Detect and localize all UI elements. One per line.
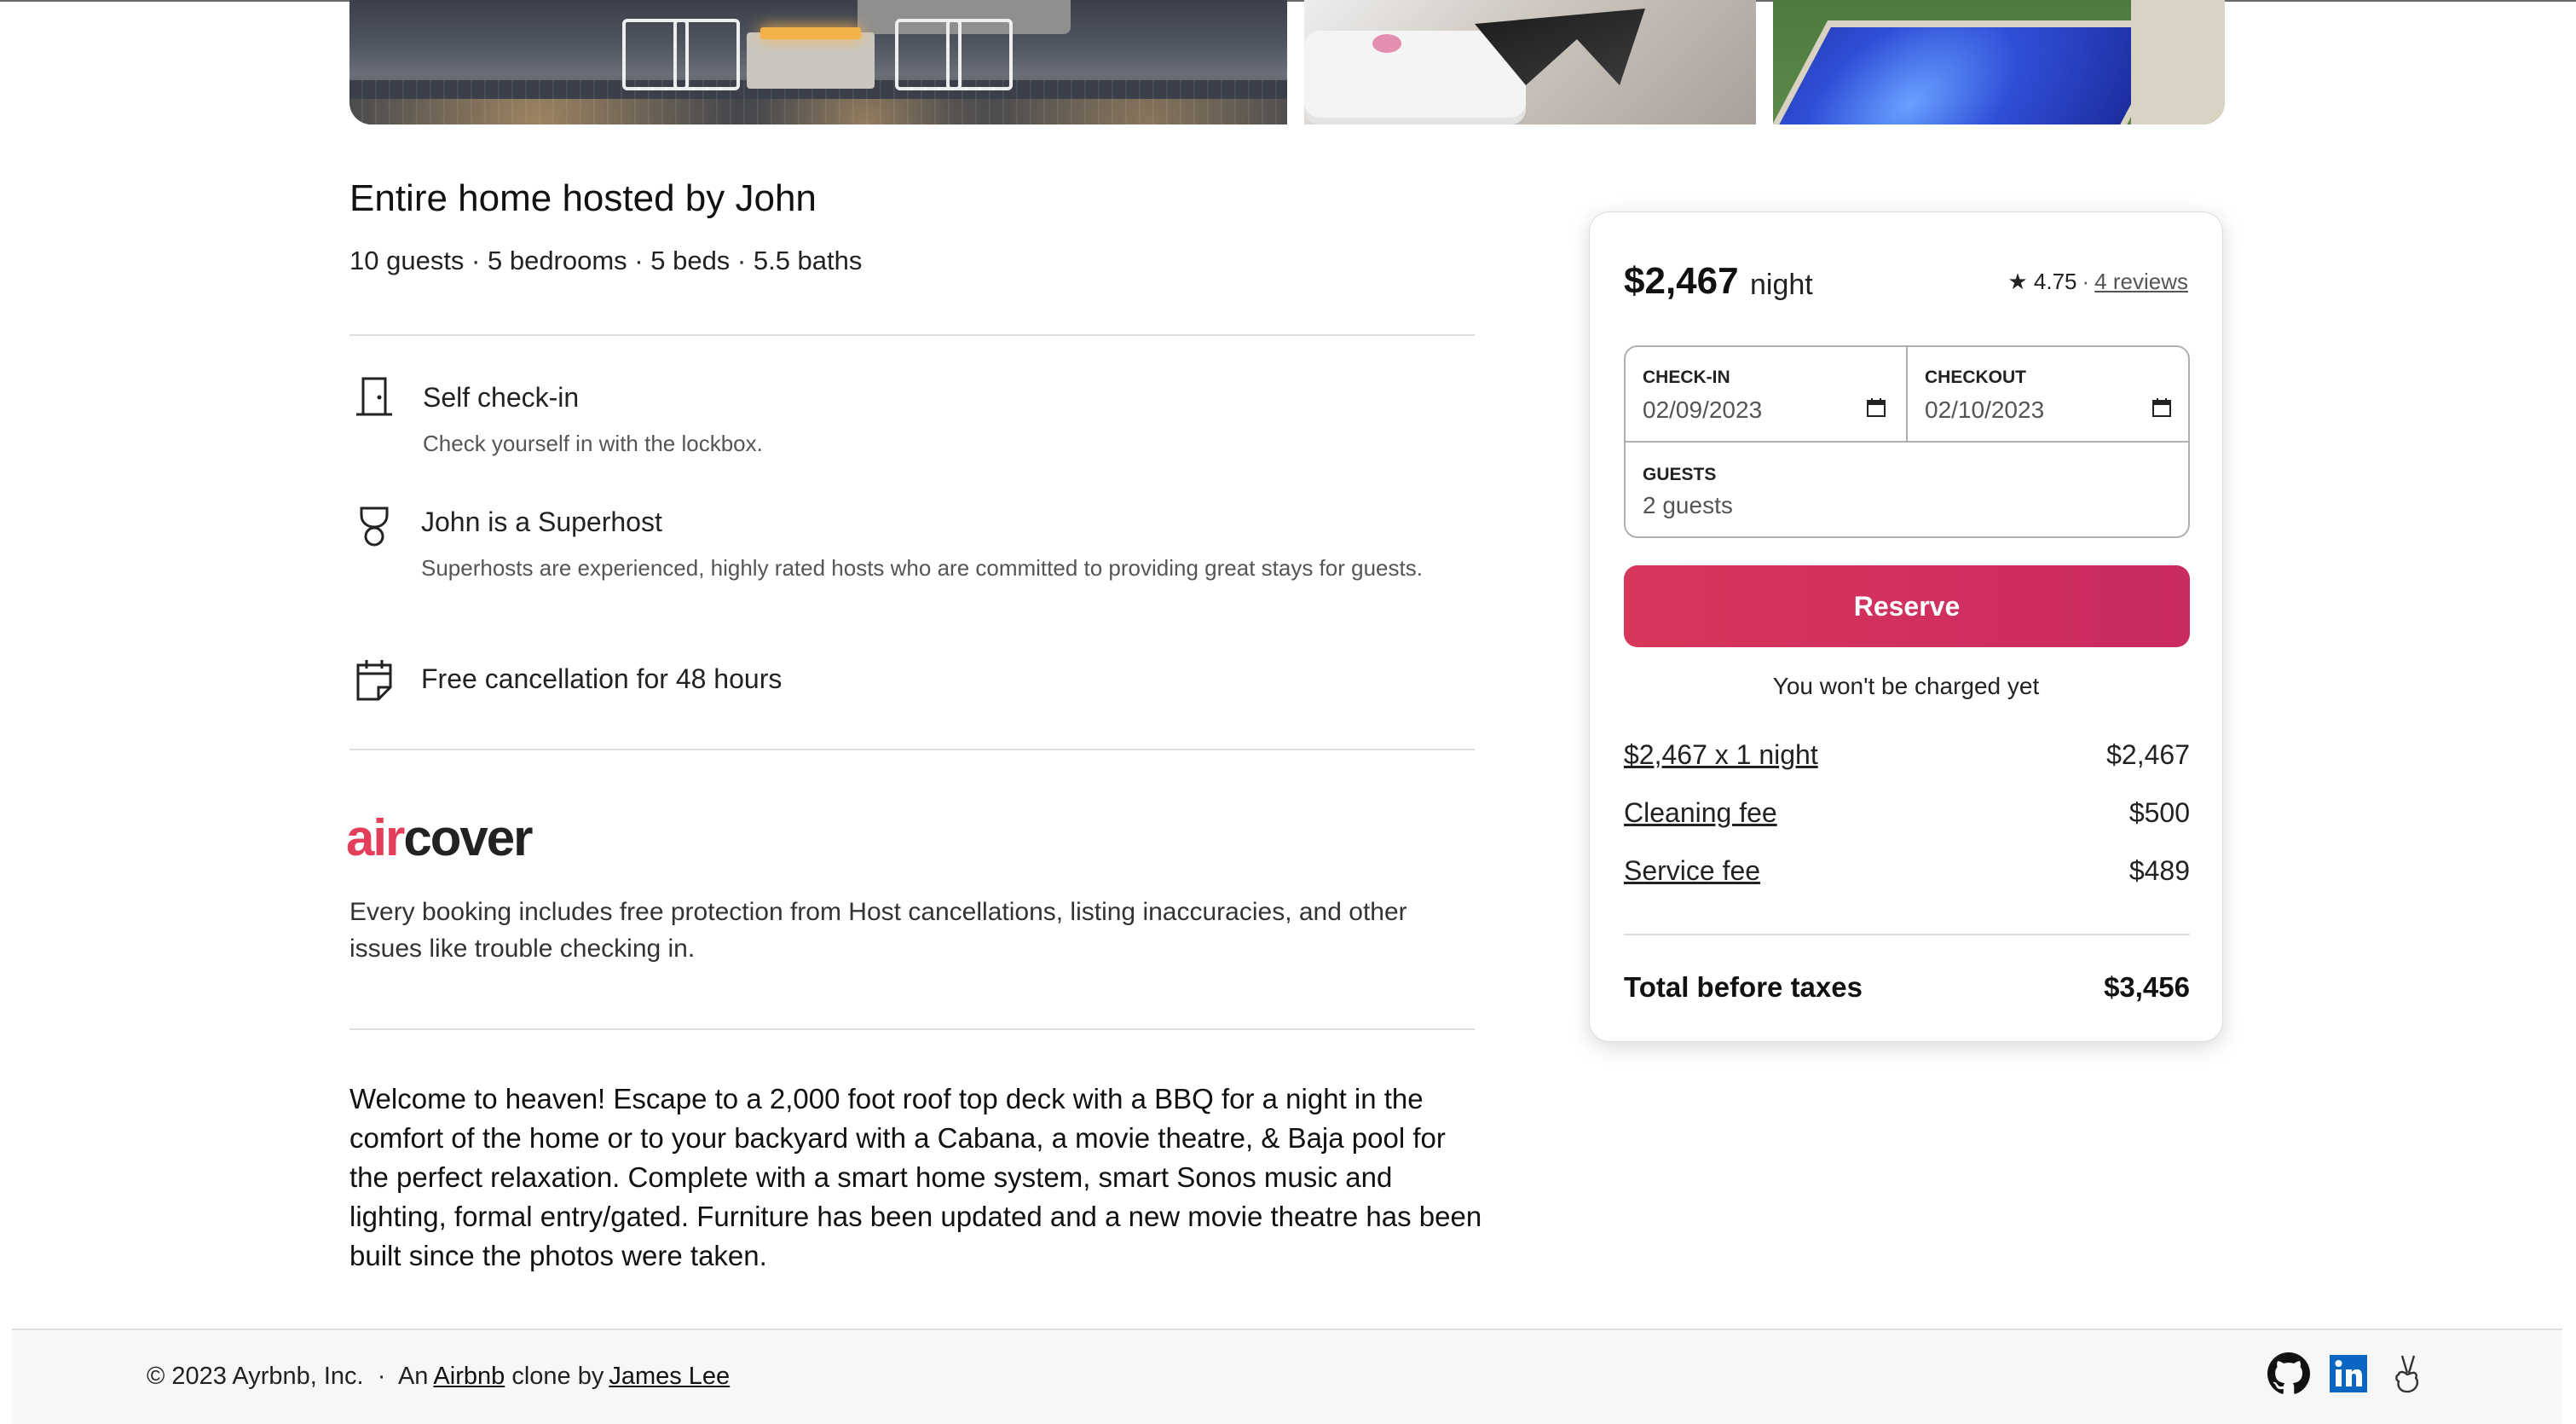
divider: [349, 1028, 1475, 1030]
checkout-label: CHECKOUT: [1925, 368, 2026, 387]
checkin-field[interactable]: CHECK-IN 02/09/2023: [1626, 347, 1908, 443]
checkin-value[interactable]: 02/09/2023: [1643, 397, 1762, 424]
listing-photo-main[interactable]: [349, 0, 1287, 124]
divider: [349, 749, 1475, 750]
fee-amount: $489: [2128, 855, 2190, 886]
nightly-price: $2,467: [1624, 260, 1739, 302]
fee-label[interactable]: Cleaning fee: [1624, 797, 1777, 829]
total-label: Total before taxes: [1624, 971, 1863, 1003]
aircover-logo-cover: cover: [403, 809, 533, 866]
feature-title: Free cancellation for 48 hours: [421, 663, 783, 694]
aircover-description: Every booking includes free protection f…: [349, 898, 1407, 963]
fee-amount: $2,467: [2106, 739, 2190, 770]
checkout-value[interactable]: 02/10/2023: [1925, 397, 2044, 424]
checkout-field[interactable]: CHECKOUT 02/10/2023: [1908, 347, 2188, 443]
rating: ★ 4.75 · 4 reviews: [2007, 269, 2188, 295]
footer-social-icons: [2267, 1352, 2429, 1395]
rating-value: 4.75: [2033, 269, 2077, 294]
photo-flowers: [1372, 34, 1401, 53]
calendar-picker-icon[interactable]: [2152, 398, 2171, 417]
photo-pool-deck: [2131, 0, 2225, 124]
photo-chair: [673, 19, 740, 90]
photo-lights: [349, 99, 1287, 124]
footer-separator: ·: [377, 1363, 386, 1390]
aircover-logo: aircover: [346, 808, 534, 867]
booking-card: $2,467 night ★ 4.75 · 4 reviews CHECK-IN 0…: [1589, 211, 2223, 1042]
divider: [1624, 934, 2190, 935]
rating-separator: ·: [2082, 269, 2090, 294]
listing-photo-pool[interactable]: [1773, 0, 2225, 124]
guests-label: GUESTS: [1643, 465, 1717, 484]
medal-icon: [355, 505, 394, 549]
footer-an: An: [397, 1363, 429, 1390]
feature-description: Superhosts are experienced, highly rated…: [421, 555, 1423, 581]
reviews-link[interactable]: 4 reviews: [2094, 269, 2188, 294]
listing-summary: 10 guests · 5 bedrooms · 5 beds · 5.5 ba…: [349, 246, 863, 275]
feature-title: Self check-in: [423, 382, 580, 413]
photo-firepit: [747, 27, 875, 89]
booking-fields: CHECK-IN 02/09/2023 CHECKOUT 02/10/2023 …: [1624, 345, 2190, 538]
github-icon[interactable]: [2267, 1352, 2310, 1395]
footer-clone-by: clone by: [511, 1363, 604, 1390]
photo-pool: [1773, 20, 2183, 124]
fee-label[interactable]: Service fee: [1624, 855, 1760, 887]
footer: © 2023 Ayrbnb, Inc. · An Airbnb clone by J…: [12, 1328, 2562, 1424]
listing-description: Welcome to heaven! Escape to a 2,000 foo…: [349, 1083, 1482, 1271]
calendar-picker-icon[interactable]: [1867, 398, 1886, 417]
footer-text: © 2023 Ayrbnb, Inc. · An Airbnb clone by J…: [147, 1363, 730, 1391]
calendar-icon: [355, 658, 394, 703]
fee-row: $2,467 x 1 night $2,467: [1624, 739, 2190, 777]
divider: [349, 334, 1475, 336]
listing-title: Entire home hosted by John: [349, 177, 817, 219]
total-row: Total before taxes $3,456: [1624, 971, 2190, 1004]
copyright: © 2023 Ayrbnb, Inc.: [147, 1363, 364, 1390]
not-charged-note: You won't be charged yet: [1772, 673, 2040, 699]
author-link[interactable]: James Lee: [609, 1363, 730, 1390]
guests-value[interactable]: 2 guests: [1643, 492, 1733, 519]
fee-row: Service fee $489: [1624, 855, 2190, 893]
linkedin-icon[interactable]: [2327, 1352, 2370, 1395]
reserve-button[interactable]: Reserve: [1624, 565, 2190, 647]
feature-description: Check yourself in with the lockbox.: [423, 431, 763, 456]
fee-amount: $500: [2128, 797, 2190, 828]
listing-photo-living-room[interactable]: [1304, 0, 1756, 124]
aircover-logo-air: air: [346, 809, 405, 866]
total-amount: $3,456: [2104, 971, 2190, 1003]
fee-label[interactable]: $2,467 x 1 night: [1624, 739, 1818, 771]
guests-field[interactable]: GUESTS 2 guests: [1626, 443, 2188, 536]
feature-title: John is a Superhost: [421, 507, 662, 537]
airbnb-link[interactable]: Airbnb: [433, 1363, 505, 1390]
door-icon: [355, 375, 394, 420]
checkin-label: CHECK-IN: [1643, 368, 1730, 387]
photo-chair: [946, 19, 1013, 90]
fee-row: Cleaning fee $500: [1624, 797, 2190, 835]
price-unit: night: [1750, 269, 1813, 301]
angellist-icon[interactable]: [2387, 1352, 2429, 1395]
star-icon: ★: [2007, 269, 2028, 294]
